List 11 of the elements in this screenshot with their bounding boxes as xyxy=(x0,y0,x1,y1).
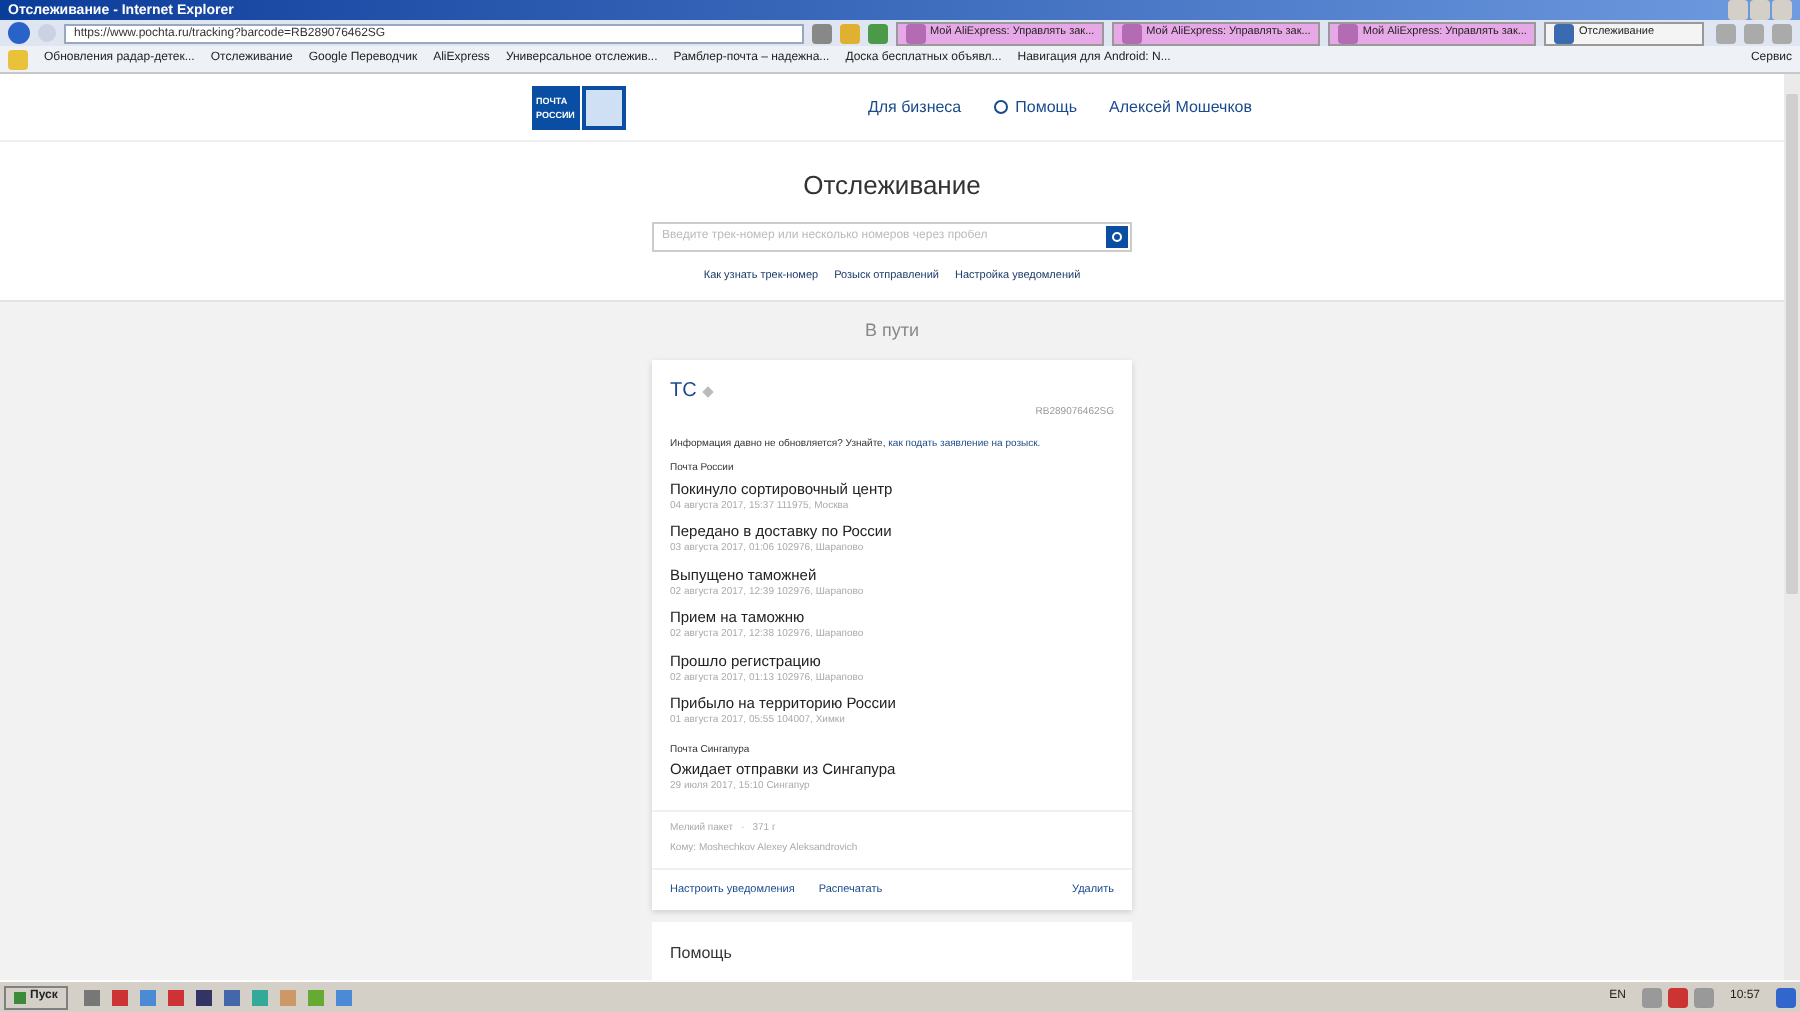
parcel-name: ТС xyxy=(670,378,697,407)
help-title: Помощь xyxy=(670,944,732,962)
nav-link[interactable]: Алексей Мошечков xyxy=(1109,95,1252,119)
section-title: В пути xyxy=(864,317,920,344)
nav-link[interactable]: Для бизнеса xyxy=(867,95,962,119)
page-title: Отслеживание xyxy=(803,168,981,204)
nav-link[interactable]: Помощь xyxy=(1015,95,1078,119)
back-icon[interactable] xyxy=(8,22,30,44)
help-icon xyxy=(993,100,1008,114)
scrollbar[interactable] xyxy=(1784,74,1800,980)
search-button[interactable] xyxy=(1106,225,1128,247)
